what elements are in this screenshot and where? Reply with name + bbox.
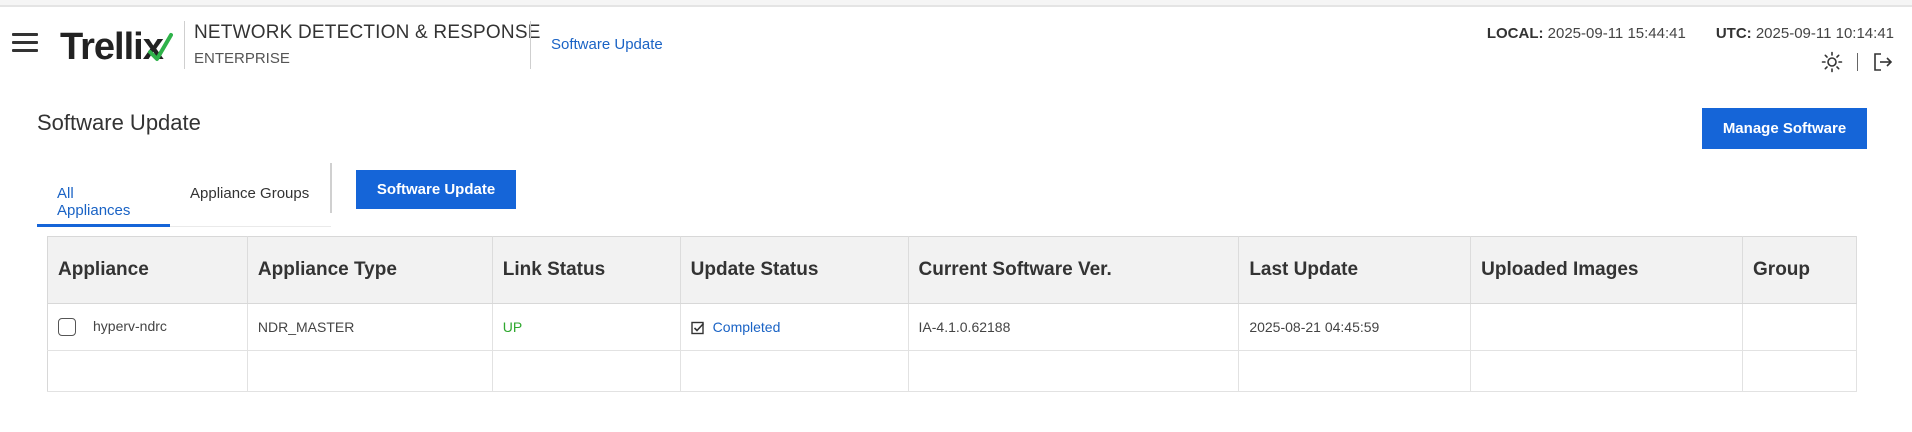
menu-icon[interactable] (12, 33, 38, 53)
checked-box-icon (690, 321, 704, 335)
breadcrumb-software-update[interactable]: Software Update (551, 36, 663, 53)
table-row-empty (47, 350, 1857, 392)
cell-link-status: UP (492, 303, 681, 351)
product-title: NETWORK DETECTION & RESPONSE (194, 22, 541, 43)
column-header-appliance-type[interactable]: Appliance Type (247, 236, 493, 304)
column-header-update-status[interactable]: Update Status (680, 236, 909, 304)
cell-appliance-type: NDR_MASTER (247, 303, 493, 351)
appliance-name: hyperv-ndrc (93, 317, 167, 334)
local-time: LOCAL: 2025-09-11 15:44:41 (1486, 25, 1686, 42)
header-divider (184, 21, 185, 69)
column-header-link-status[interactable]: Link Status (492, 236, 681, 304)
appliances-table: Appliance Appliance Type Link Status Upd… (47, 236, 1857, 392)
app-header: Trelli x NETWORK DETECTION & RESPONSE EN… (0, 7, 1912, 81)
tabs-divider (330, 163, 332, 213)
cell-last-update: 2025-08-21 04:45:59 (1238, 303, 1472, 351)
trellix-logo: Trelli x (60, 22, 173, 72)
logo-check-icon (147, 32, 173, 61)
software-update-button[interactable]: Software Update (356, 170, 516, 209)
column-header-group[interactable]: Group (1742, 236, 1857, 304)
header-tools (1821, 51, 1894, 73)
cell-appliance: hyperv-ndrc (47, 303, 248, 351)
column-header-last-update[interactable]: Last Update (1238, 236, 1472, 304)
cell-update-status: Completed (680, 303, 909, 351)
product-subtitle: ENTERPRISE (194, 50, 290, 67)
clock-readout: LOCAL: 2025-09-11 15:44:41 UTC: 2025-09-… (1487, 25, 1894, 42)
utc-time: UTC: 2025-09-11 10:14:41 (1715, 25, 1894, 42)
manage-software-button[interactable]: Manage Software (1702, 108, 1867, 149)
column-header-uploaded-images[interactable]: Uploaded Images (1470, 236, 1744, 304)
table-header-row: Appliance Appliance Type Link Status Upd… (47, 236, 1857, 304)
logout-icon[interactable] (1872, 51, 1894, 73)
row-checkbox[interactable] (58, 318, 76, 337)
update-status-link[interactable]: Completed (713, 319, 781, 335)
brightness-icon[interactable] (1821, 51, 1843, 73)
column-header-appliance[interactable]: Appliance (47, 236, 248, 304)
tools-separator (1857, 53, 1858, 71)
cell-uploaded-images (1470, 303, 1744, 351)
cell-group (1742, 303, 1857, 351)
product-name: NETWORK DETECTION & RESPONSE ENTERPRISE (194, 22, 541, 67)
tab-all-appliances[interactable]: All Appliances (37, 163, 170, 227)
page-title: Software Update (37, 110, 201, 135)
top-border (0, 0, 1912, 7)
appliance-tabs: All Appliances Appliance Groups (37, 163, 331, 227)
breadcrumb-divider (530, 21, 531, 69)
table-row[interactable]: hyperv-ndrc NDR_MASTER UP Completed IA-4… (47, 303, 1857, 351)
cell-current-version: IA-4.1.0.62188 (908, 303, 1240, 351)
tab-appliance-groups[interactable]: Appliance Groups (170, 163, 329, 227)
column-header-current-version[interactable]: Current Software Ver. (908, 236, 1240, 304)
